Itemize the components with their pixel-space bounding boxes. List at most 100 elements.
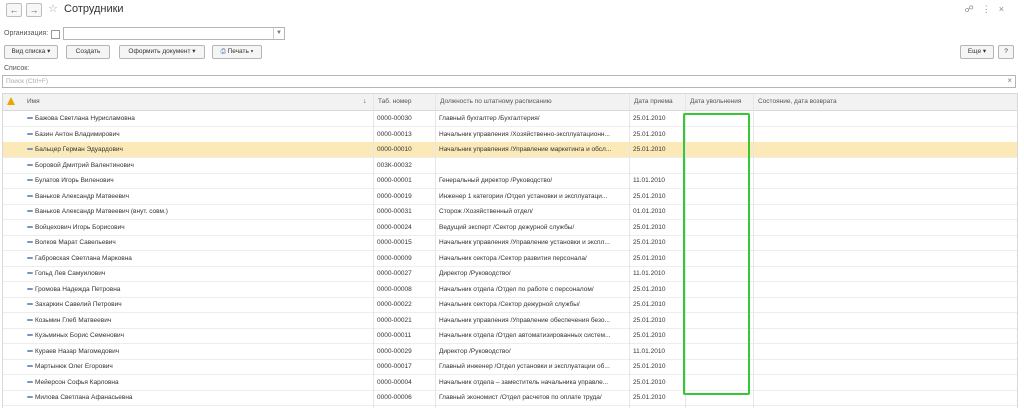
cell-hire-date: [629, 158, 685, 173]
table-row[interactable]: Войцехович Игорь Борисович 0000-00024 Веду…: [3, 220, 1017, 236]
col-state[interactable]: Состояние, дата возврата: [753, 94, 1017, 110]
col-name[interactable]: Имя: [23, 94, 373, 110]
table-row[interactable]: Бальцер Герман Эдуардович 0000-00010 Начал…: [3, 142, 1017, 158]
cell-name: Ваньков Александр Матвеевич (внут. совм.…: [35, 208, 168, 215]
table-row[interactable]: Бажова Светлана Нурисламовна 0000-00030 Гл…: [3, 111, 1017, 127]
table-row[interactable]: Волков Марат Савельевич 0000-00015 Начальн…: [3, 235, 1017, 251]
cell-hire-date: 25.01.2010: [633, 130, 666, 138]
column-divider: [629, 94, 630, 408]
col-tab[interactable]: Таб. номер: [373, 94, 435, 110]
cell-position: Генеральный директор /Руководство/: [439, 177, 553, 184]
cell-hire-date: 25.01.2010: [633, 239, 666, 246]
arrow-right-icon[interactable]: →: [26, 3, 42, 17]
cell-position: Главный бухгалтер /Бухгалтерия/: [439, 115, 540, 122]
cell-state: [753, 158, 1017, 173]
cell-hire-date: 25.01.2010: [633, 394, 666, 401]
help-button[interactable]: ?: [998, 45, 1014, 59]
dismissal-column-highlight: [683, 113, 750, 395]
cell-position: Сторож /Хозяйственный отдел/: [439, 208, 533, 215]
col-hire-date[interactable]: Дата приема: [629, 94, 685, 110]
cell-tab: 0000-00008: [377, 285, 412, 293]
format-doc-button[interactable]: Оформить документ ▾: [119, 45, 205, 59]
col-dismissal-date[interactable]: Дата увольнения: [685, 94, 753, 110]
cell-tab: 0000-00021: [377, 316, 412, 324]
cell-tab: 0000-00013: [377, 130, 412, 138]
table-row[interactable]: Кузьминых Борис Семенович 0000-00011 Начал…: [3, 328, 1017, 344]
table-row[interactable]: Гольд Лев Самуилович 0000-00027 Директор /…: [3, 266, 1017, 282]
column-divider: [435, 94, 436, 408]
cell-name: Волков Марат Савельевич: [35, 239, 116, 246]
cell-name: Ваньков Александр Матвеевич: [35, 192, 130, 200]
table-header: Имя ↓ Таб. номер Должность по штатному р…: [3, 94, 1017, 111]
cell-state: [753, 220, 1017, 235]
cell-position: Ведущий эксперт /Сектор дежурной службы/: [439, 223, 575, 231]
more-button[interactable]: Еще ▾: [960, 45, 994, 59]
column-divider: [753, 94, 754, 408]
table-row[interactable]: Захаркин Савелий Петрович 0000-00022 Начал…: [3, 297, 1017, 313]
list-label: Список:: [4, 65, 30, 72]
cell-position: Начальник управления /Управление установ…: [439, 239, 610, 246]
star-icon[interactable]: ☆: [48, 2, 58, 15]
more-vert-icon[interactable]: ⋮: [982, 4, 999, 14]
close-icon[interactable]: ×: [999, 4, 1012, 14]
table-row[interactable]: Ваньков Александр Матвеевич (внут. совм.…: [3, 204, 1017, 220]
cell-state: [753, 359, 1017, 374]
sort-down-icon[interactable]: ↓: [363, 98, 367, 105]
table-row[interactable]: Милова Светлана Афанасьевна 0000-00006 Гла…: [3, 390, 1017, 406]
print-button[interactable]: ⎙ Печать ▾: [212, 45, 262, 59]
table-row[interactable]: Кураев Назар Магомедович 0000-00029 Директ…: [3, 344, 1017, 360]
table-row[interactable]: Боровой Дмитрий Валентинович 003К-00032: [3, 158, 1017, 174]
arrow-left-icon[interactable]: ←: [6, 3, 22, 17]
view-list-button[interactable]: Вид списка ▾: [4, 45, 58, 59]
cell-hire-date: 11.01.2010: [633, 347, 666, 355]
table-row[interactable]: Мартынюк Олег Егорович 0000-00017 Главный …: [3, 359, 1017, 375]
cell-tab: 003К-00032: [377, 161, 412, 169]
cell-hire-date: 25.01.2010: [633, 115, 666, 122]
cell-position: [435, 158, 629, 173]
cell-tab: 0000-00017: [377, 363, 412, 370]
cell-hire-date: 25.01.2010: [633, 192, 666, 200]
col-position[interactable]: Должность по штатному расписанию: [435, 94, 629, 110]
cell-state: [753, 282, 1017, 297]
cell-position: Начальник отдела – заместитель начальник…: [439, 378, 609, 386]
cell-hire-date: 25.01.2010: [633, 378, 666, 386]
warning-icon: [7, 97, 15, 105]
cell-position: Инженер 1 категории /Отдел установки и э…: [439, 192, 608, 200]
cell-state: [753, 204, 1017, 219]
cell-hire-date: 25.01.2010: [633, 316, 666, 324]
cell-state: [753, 266, 1017, 281]
cell-hire-date: 25.01.2010: [633, 223, 666, 231]
cell-tab: 0000-00004: [377, 378, 412, 386]
cell-name: Мейерсон Софья Карловна: [35, 378, 119, 386]
search-input[interactable]: Поиск (Ctrl+F) ×: [2, 75, 1016, 88]
cell-name: Войцехович Игорь Борисович: [35, 223, 125, 231]
employees-table: Имя ↓ Таб. номер Должность по штатному р…: [2, 93, 1018, 408]
table-row[interactable]: Булатов Игорь Виленович 0000-00001 Генерал…: [3, 173, 1017, 189]
cell-position: Начальник отдела /Отдел по работе с перс…: [439, 285, 594, 293]
link-icon[interactable]: ☍: [965, 4, 982, 14]
org-checkbox[interactable]: [51, 30, 60, 39]
org-filter-row: Организация: ▼: [0, 27, 300, 41]
cell-state: [753, 173, 1017, 188]
org-field[interactable]: ▼: [63, 27, 285, 40]
cell-name: Булатов Игорь Виленович: [35, 177, 114, 184]
cell-tab: 0000-00031: [377, 208, 412, 215]
cell-tab: 0000-00010: [377, 146, 412, 153]
table-row[interactable]: Базин Антон Владимирович 0000-00013 Началь…: [3, 127, 1017, 143]
cell-position: Начальник управления /Управление обеспеч…: [439, 316, 610, 324]
table-row[interactable]: Габровская Светлана Марковна 0000-00009 На…: [3, 251, 1017, 267]
cell-hire-date: 25.01.2010: [633, 332, 666, 339]
cell-state: [753, 390, 1017, 405]
table-row[interactable]: Козьмин Глеб Матвеевич 0000-00021 Начальни…: [3, 313, 1017, 329]
cell-tab: 0000-00024: [377, 223, 412, 231]
cell-name: Милова Светлана Афанасьевна: [35, 394, 133, 401]
cell-tab: 0000-00006: [377, 394, 412, 401]
page-title: Сотрудники: [64, 3, 124, 15]
table-row[interactable]: Громова Надежда Петровна 0000-00008 Началь…: [3, 282, 1017, 298]
search-placeholder: Поиск (Ctrl+F): [6, 78, 49, 85]
table-row[interactable]: Ваньков Александр Матвеевич 0000-00019 Инж…: [3, 189, 1017, 205]
table-row[interactable]: Мейерсон Софья Карловна 0000-00004 Начальн…: [3, 375, 1017, 391]
chevron-down-icon[interactable]: ▼: [273, 28, 284, 39]
create-button[interactable]: Создать: [66, 45, 110, 59]
clear-icon[interactable]: ×: [1007, 76, 1012, 85]
